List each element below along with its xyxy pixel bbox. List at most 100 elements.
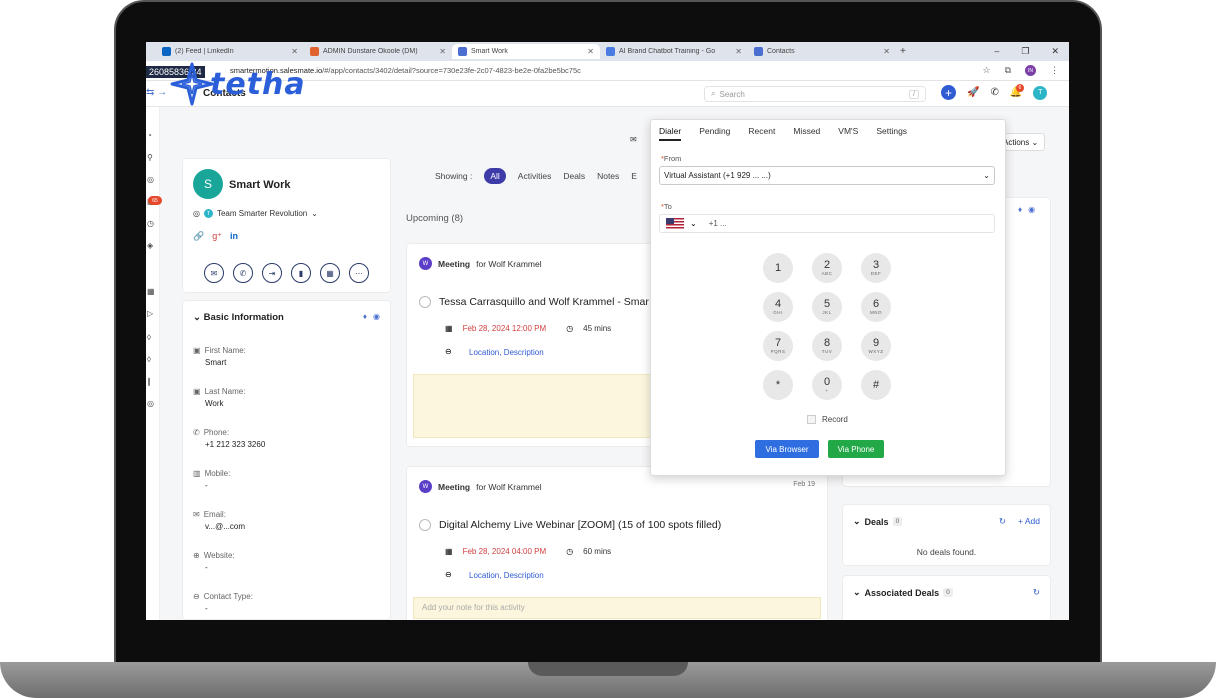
tab-dialer[interactable]: Dialer [659, 126, 682, 141]
field-value[interactable]: - [205, 604, 253, 613]
key-9[interactable]: 9 WXYZ [861, 331, 891, 361]
to-input[interactable]: ⌄ +1 ... [659, 214, 995, 233]
key-2[interactable]: 2 ABC [812, 253, 842, 283]
filter-all[interactable]: All [484, 168, 506, 184]
complete-checkbox[interactable] [419, 519, 431, 531]
record-checkbox[interactable] [807, 415, 816, 424]
tab-recent[interactable]: Recent [748, 126, 775, 141]
email-button[interactable]: ✉ [204, 263, 224, 283]
field-value[interactable]: +1 212 323 3260 [205, 440, 265, 447]
note-button[interactable]: ▮ [291, 263, 311, 283]
add-deal-button[interactable]: + Add [1018, 516, 1040, 527]
us-flag-icon[interactable] [666, 218, 684, 229]
calendar-button[interactable]: ▦ [320, 263, 340, 283]
google-plus-icon[interactable]: g⁺ [212, 231, 222, 242]
nav-icon[interactable]: ◎ [147, 175, 154, 184]
bookmark-star-icon[interactable]: ☆ [982, 65, 990, 76]
browser-tab[interactable]: ADMIN Dunstare Okoole (DM) ✕ [304, 44, 452, 59]
meeting-links[interactable]: Location, Description [469, 571, 544, 580]
complete-checkbox[interactable] [419, 296, 431, 308]
key-3[interactable]: 3 DEF [861, 253, 891, 283]
eye-icon[interactable]: ◉ [373, 312, 380, 321]
call-button[interactable]: ✆ [233, 263, 253, 283]
key-6[interactable]: 6 MNO [861, 292, 891, 322]
tab-voicemails[interactable]: VM'S [838, 126, 858, 141]
nav-icon[interactable]: ▦ [147, 287, 155, 296]
pin-icon[interactable]: ♦ [1018, 205, 1022, 214]
pin-icon[interactable]: ♦ [363, 312, 367, 321]
eye-icon[interactable]: ◉ [1028, 205, 1035, 214]
nav-icon[interactable]: ▷ [147, 309, 153, 318]
close-tab-icon[interactable]: ✕ [439, 47, 446, 56]
search-input[interactable]: ⌕ Search / [704, 86, 926, 102]
via-browser-button[interactable]: Via Browser [755, 440, 819, 458]
nav-icon[interactable]: ◈ [147, 241, 153, 250]
key-0[interactable]: 0 + [812, 370, 842, 400]
close-tab-icon[interactable]: ✕ [291, 47, 298, 56]
tab-pending[interactable]: Pending [699, 126, 730, 141]
filter-deals[interactable]: Deals [563, 171, 585, 181]
record-toggle[interactable]: Record [807, 415, 848, 424]
link-icon[interactable]: 🔗 [193, 231, 204, 242]
bell-icon[interactable]: 🔔 6 [1010, 84, 1024, 98]
user-avatar[interactable]: T [1033, 85, 1048, 100]
extensions-icon[interactable]: ⧉ [1005, 65, 1011, 76]
field-value[interactable]: - [205, 563, 235, 572]
key-7[interactable]: 7 PQRS [763, 331, 793, 361]
close-window-icon[interactable]: ✕ [1051, 46, 1059, 57]
new-tab-button[interactable]: + [900, 46, 906, 57]
nav-icon[interactable]: ◊ [147, 355, 151, 364]
nav-icon[interactable]: ⚲ [147, 153, 153, 162]
browser-tab[interactable]: Contacts ✕ [748, 44, 896, 59]
key-star[interactable]: * [763, 370, 793, 400]
browser-tab[interactable]: AI Brand Chatbot Training - Go ✕ [600, 44, 748, 59]
close-tab-icon[interactable]: ✕ [735, 47, 742, 56]
tab-settings[interactable]: Settings [876, 126, 907, 141]
browser-tab[interactable]: (2) Feed | LinkedIn ✕ [156, 44, 304, 59]
close-tab-icon[interactable]: ✕ [587, 47, 594, 56]
field-value[interactable]: Smart [205, 358, 246, 367]
more-button[interactable]: ⋯ [349, 263, 369, 283]
nav-icon[interactable]: ◎ [147, 399, 154, 408]
field-value[interactable]: Work [205, 399, 245, 408]
browser-tab-active[interactable]: Smart Work ✕ [452, 44, 600, 59]
browser-menu-icon[interactable]: ⋮ [1050, 65, 1059, 76]
browser-profile-avatar[interactable]: IN [1025, 65, 1036, 76]
meeting-title[interactable]: Tessa Carrasquillo and Wolf Krammel - Sm… [439, 296, 649, 308]
close-tab-icon[interactable]: ✕ [883, 47, 890, 56]
field-value[interactable]: - [205, 481, 230, 490]
nav-icon[interactable]: ◔ [147, 131, 152, 140]
nav-icon[interactable]: ◷ [147, 219, 154, 228]
rocket-icon[interactable]: 🚀 [967, 87, 979, 98]
meeting-links[interactable]: Location, Description [469, 348, 544, 357]
note-input[interactable]: Add your note for this activity [413, 597, 821, 619]
key-8[interactable]: 8 TUV [812, 331, 842, 361]
nav-icon[interactable]: ∥ [147, 377, 151, 386]
minimize-icon[interactable]: – [994, 46, 999, 57]
nav-toggle-icon[interactable]: ⇆ → [146, 87, 167, 98]
from-select[interactable]: Virtual Assistant (+1 929 ... ...) ⌄ [659, 166, 995, 185]
linkedin-icon[interactable]: in [230, 231, 238, 242]
filter-notes[interactable]: Notes [597, 171, 619, 181]
basic-info-toggle[interactable]: ⌄ Basic Information [193, 312, 284, 323]
chevron-down-icon[interactable]: ⌄ [690, 219, 697, 228]
field-value[interactable]: v...@...com [205, 522, 245, 531]
refresh-icon[interactable]: ↻ [999, 516, 1006, 527]
filter-activities[interactable]: Activities [518, 171, 552, 181]
tab-missed[interactable]: Missed [793, 126, 820, 141]
phone-icon[interactable]: ✆ [990, 87, 998, 98]
nav-icon[interactable]: ◊ [147, 333, 151, 342]
chevron-down-icon[interactable]: ⌄ [853, 516, 861, 527]
quick-add-button[interactable]: + [941, 85, 956, 100]
key-1[interactable]: 1 [763, 253, 793, 283]
meeting-title[interactable]: Digital Alchemy Live Webinar [ZOOM] (15 … [439, 519, 721, 531]
log-activity-button[interactable]: ⇥ [262, 263, 282, 283]
key-5[interactable]: 5 JKL [812, 292, 842, 322]
contact-team[interactable]: ◎ T Team Smarter Revolution ⌄ [193, 209, 318, 218]
chevron-down-icon[interactable]: ⌄ [853, 587, 861, 598]
maximize-icon[interactable]: ❐ [1021, 46, 1029, 57]
filter-emails[interactable]: E [631, 171, 637, 181]
key-hash[interactable]: # [861, 370, 891, 400]
via-phone-button[interactable]: Via Phone [828, 440, 884, 458]
refresh-icon[interactable]: ↻ [1033, 587, 1040, 598]
